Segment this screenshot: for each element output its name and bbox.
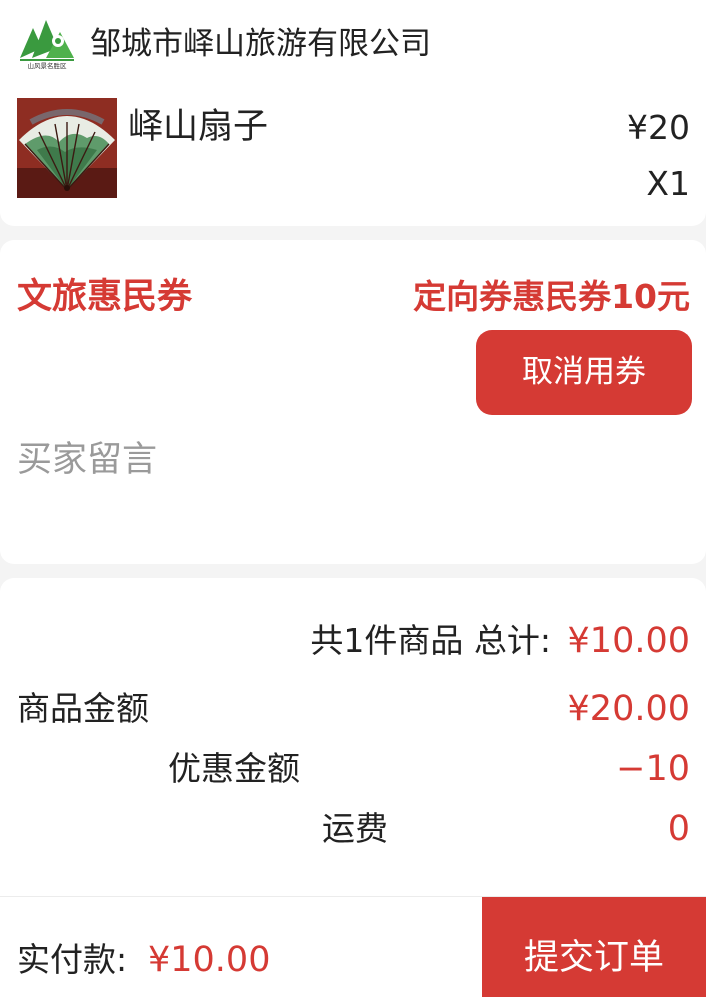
logo-text: 山风景名胜区 xyxy=(28,61,68,70)
coupon-title: 文旅惠民券 xyxy=(17,277,193,317)
shipping-label: 运费 xyxy=(322,809,388,848)
product-quantity: X1 xyxy=(646,164,690,203)
amount-payable-value: ¥10.00 xyxy=(148,940,271,980)
item-count-label: 共1件商品 总计: xyxy=(310,621,552,660)
order-summary-card: 共1件商品 总计: ¥10.00 商品金额 ¥20.00 优惠金额 −10 运费… xyxy=(0,578,706,908)
buyer-message-input[interactable] xyxy=(17,436,677,484)
shipping-value: 0 xyxy=(667,809,690,849)
discount-value: −10 xyxy=(616,749,690,789)
shop-name[interactable]: 邹城市峄山旅游有限公司 xyxy=(90,24,431,64)
order-item-card: 山风景名胜区 邹城市峄山旅游有限公司 峄山扇子 ¥20 X1 xyxy=(0,0,706,226)
submit-order-button[interactable]: 提交订单 xyxy=(482,897,706,997)
cancel-coupon-button[interactable]: 取消用券 xyxy=(476,330,692,415)
goods-amount-value: ¥20.00 xyxy=(567,689,690,729)
mountain-logo-icon: 山风景名胜区 xyxy=(18,14,76,70)
goods-amount-label: 商品金额 xyxy=(17,689,149,728)
order-total-summary: 共1件商品 总计: ¥10.00 xyxy=(310,618,690,664)
coupon-message-card: 文旅惠民券 定向券惠民券10元 取消用券 xyxy=(0,240,706,564)
order-total-value: ¥10.00 xyxy=(567,621,690,661)
amount-payable-label: 实付款: xyxy=(17,940,128,979)
product-name[interactable]: 峄山扇子 xyxy=(128,104,268,150)
product-thumbnail[interactable] xyxy=(17,98,117,198)
coupon-value[interactable]: 定向券惠民券10元 xyxy=(413,274,690,320)
checkout-bar: 实付款: ¥10.00 提交订单 xyxy=(0,896,706,997)
product-price: ¥20 xyxy=(627,108,690,147)
discount-label: 优惠金额 xyxy=(168,749,300,788)
